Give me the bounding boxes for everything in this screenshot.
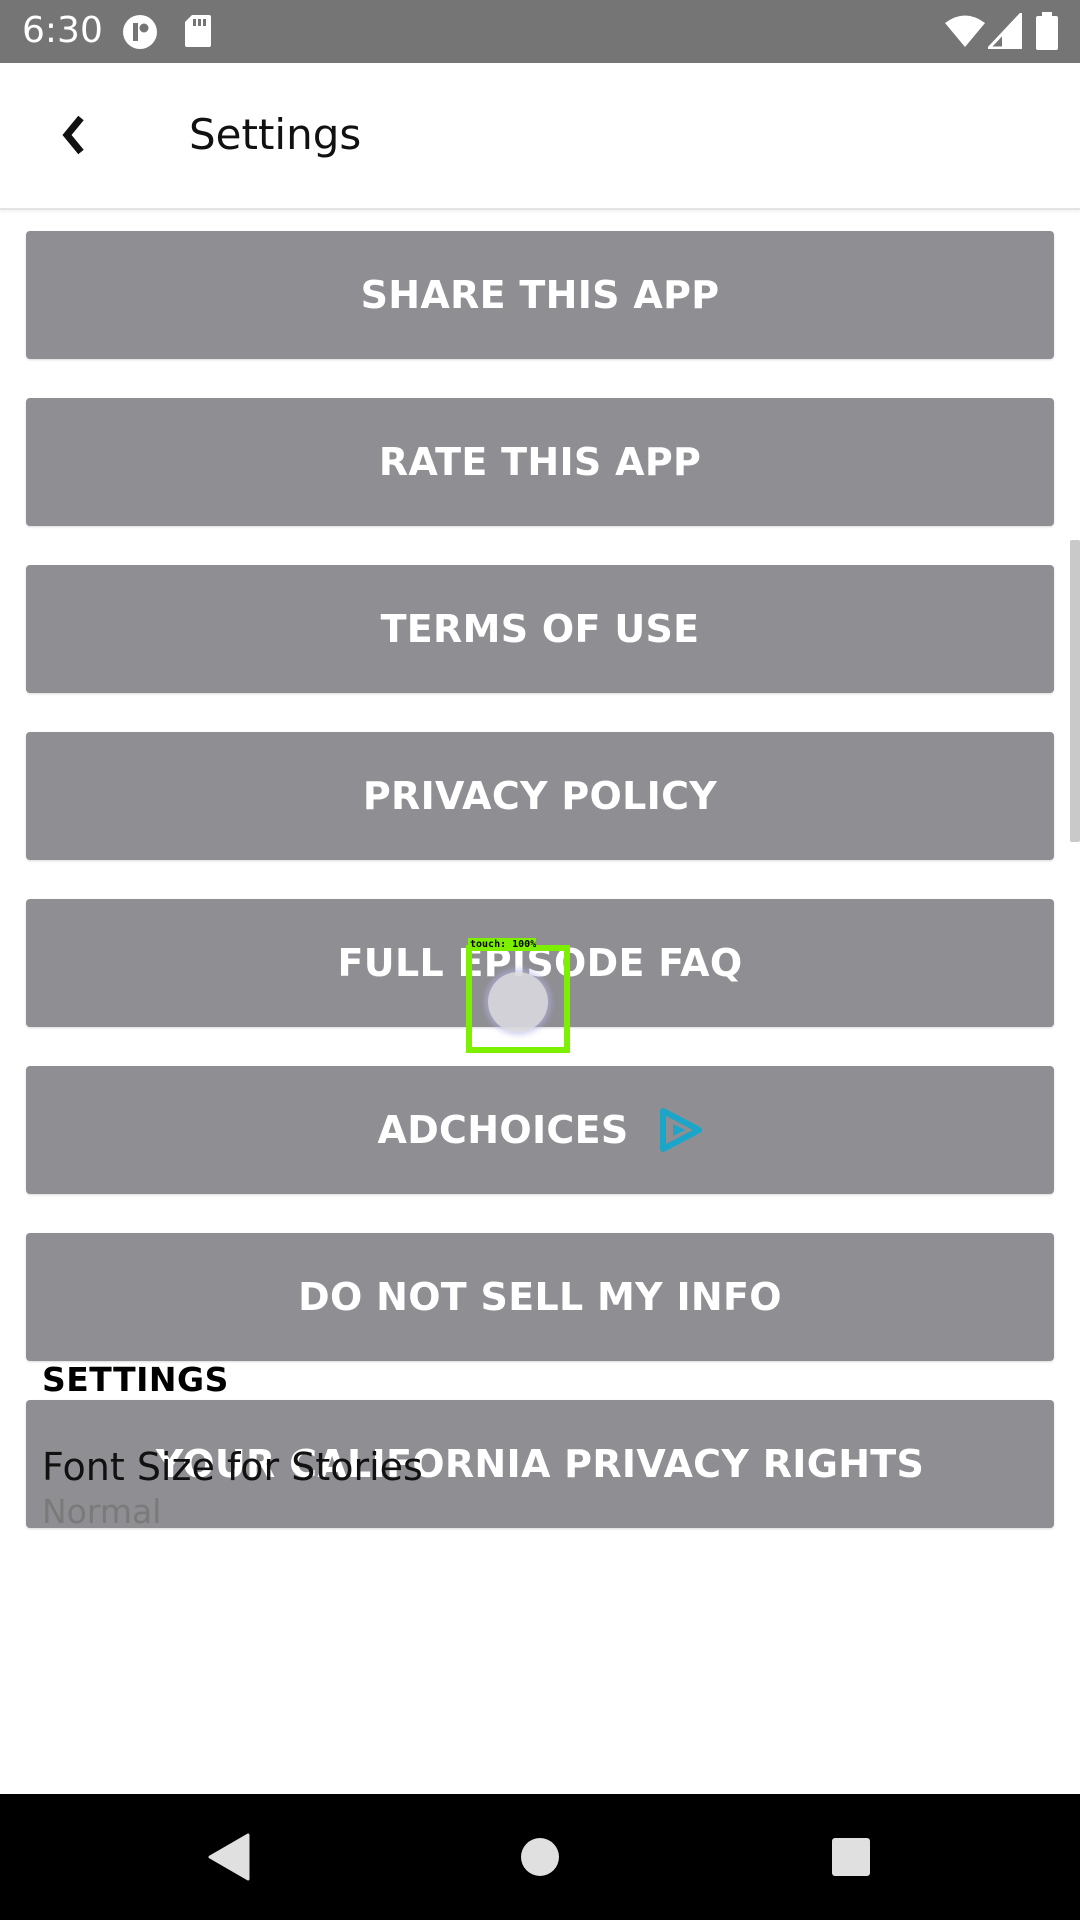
- sd-card-icon: [184, 14, 212, 53]
- setting-value: Normal: [42, 1492, 162, 1531]
- rate-app-button[interactable]: RATE THIS APP: [26, 398, 1054, 526]
- terms-of-use-button[interactable]: TERMS OF USE: [26, 565, 1054, 693]
- scrollbar[interactable]: [1070, 540, 1080, 842]
- status-time: 6:30: [22, 10, 103, 51]
- touch-indicator-label: touch: 100%: [468, 938, 536, 951]
- share-app-label: SHARE THIS APP: [360, 273, 720, 317]
- setting-title: Font Size for Stories: [42, 1445, 423, 1489]
- adchoices-icon: [659, 1107, 703, 1153]
- privacy-policy-label: PRIVACY POLICY: [362, 774, 718, 818]
- do-not-sell-label: DO NOT SELL MY INFO: [298, 1275, 782, 1319]
- recents-square-icon: [832, 1838, 870, 1876]
- settings-section-header: SETTINGS: [42, 1360, 229, 1399]
- back-button[interactable]: [36, 97, 112, 173]
- rate-app-label: RATE THIS APP: [378, 440, 702, 484]
- touch-indicator-dot: [488, 972, 548, 1032]
- adchoices-button[interactable]: ADCHOICES: [26, 1066, 1054, 1194]
- font-size-setting[interactable]: Font Size for Stories Normal: [42, 1444, 942, 1534]
- adchoices-label: ADCHOICES: [377, 1108, 629, 1152]
- terms-of-use-label: TERMS OF USE: [380, 607, 700, 651]
- navigation-bar: [0, 1794, 1080, 1920]
- back-triangle-icon: [208, 1833, 250, 1881]
- privacy-policy-button[interactable]: PRIVACY POLICY: [26, 732, 1054, 860]
- cellular-signal-icon: [985, 10, 1023, 54]
- page-title: Settings: [189, 110, 362, 159]
- nav-home-button[interactable]: [507, 1824, 573, 1890]
- notification-app-icon: [122, 14, 158, 55]
- do-not-sell-button[interactable]: DO NOT SELL MY INFO: [26, 1233, 1054, 1361]
- screen: 6:30 Settings SHARE THIS APP RATE THIS A…: [0, 0, 1080, 1920]
- app-bar: Settings: [0, 63, 1080, 210]
- nav-back-button[interactable]: [196, 1824, 262, 1890]
- wifi-icon: [944, 14, 986, 53]
- status-bar: 6:30: [0, 0, 1080, 63]
- home-circle-icon: [521, 1838, 559, 1876]
- chevron-left-icon: [62, 115, 84, 155]
- nav-recents-button[interactable]: [818, 1824, 884, 1890]
- share-app-button[interactable]: SHARE THIS APP: [26, 231, 1054, 359]
- battery-icon: [1036, 12, 1058, 55]
